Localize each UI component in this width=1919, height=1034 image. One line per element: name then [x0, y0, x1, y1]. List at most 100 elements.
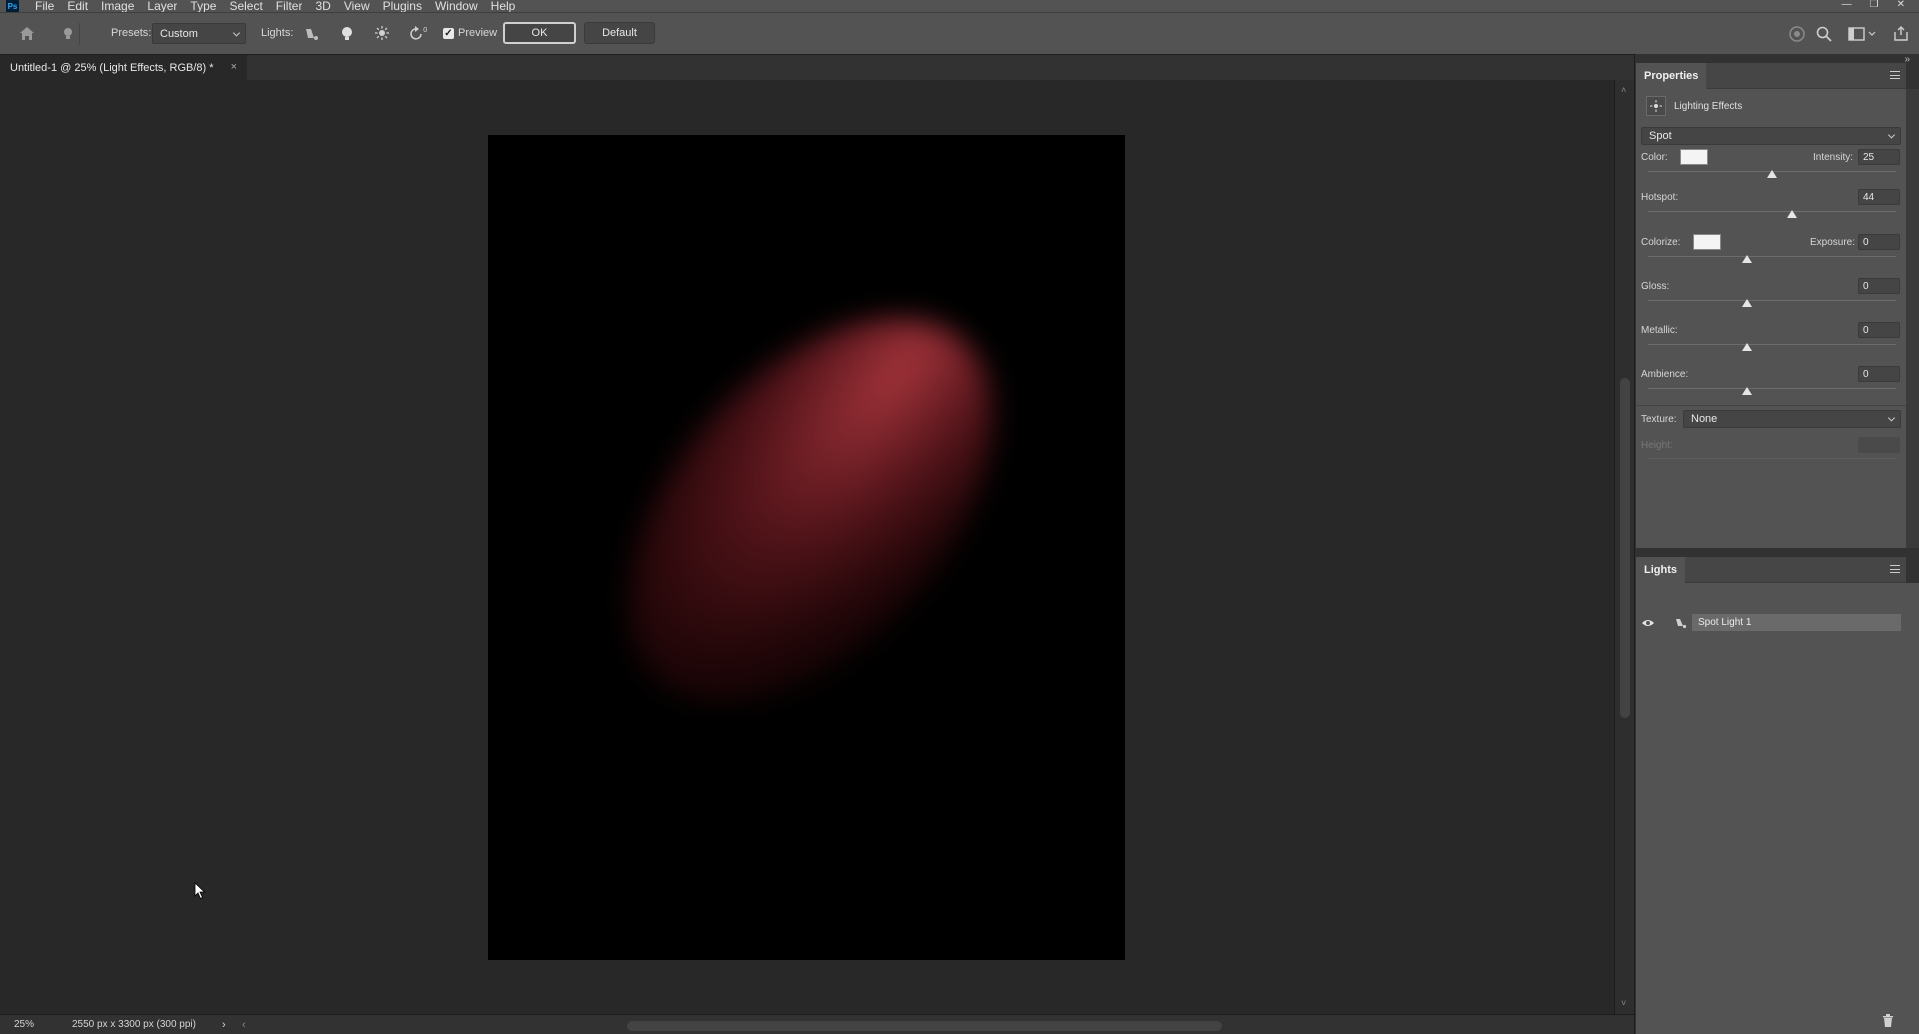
menu-select[interactable]: Select: [229, 0, 262, 12]
ambience-slider[interactable]: [1648, 385, 1896, 395]
slider-track: [1648, 458, 1896, 459]
slider-track: [1648, 300, 1896, 301]
minimize-icon[interactable]: —: [1842, 0, 1852, 12]
light-color-swatch[interactable]: [1680, 149, 1708, 165]
default-button[interactable]: Default: [584, 22, 655, 44]
menu-window[interactable]: Window: [435, 0, 478, 12]
texture-value: None: [1691, 413, 1718, 425]
properties-panel: Properties Lighting Effects Spot Color: …: [1636, 63, 1919, 548]
home-icon[interactable]: [19, 26, 35, 41]
exposure-field[interactable]: 0: [1858, 234, 1900, 250]
texture-dropdown[interactable]: None: [1683, 410, 1901, 428]
spot-light-preview[interactable]: [557, 250, 1064, 770]
light-type-dropdown[interactable]: Spot: [1641, 127, 1901, 145]
canvas-area[interactable]: [0, 80, 1614, 1014]
slider-track: [1648, 388, 1896, 389]
point-light-icon[interactable]: [340, 26, 354, 42]
menu-help[interactable]: Help: [491, 0, 516, 12]
light-name[interactable]: Spot Light 1: [1692, 614, 1901, 631]
slider-handle[interactable]: [1742, 343, 1753, 351]
ok-button[interactable]: OK: [503, 22, 576, 44]
photoshop-logo: Ps: [6, 0, 19, 12]
menu-image[interactable]: Image: [101, 0, 134, 12]
spot-light-icon[interactable]: [304, 26, 320, 42]
light-bulb-icon[interactable]: [63, 27, 73, 41]
height-slider: [1648, 455, 1896, 465]
chevron-down-icon: [232, 28, 241, 37]
document-tab[interactable]: Untitled-1 @ 25% (Light Effects, RGB/8) …: [0, 55, 247, 80]
slider-track: [1648, 256, 1896, 257]
preview-label: Preview: [458, 27, 498, 39]
ambience-field[interactable]: 0: [1858, 366, 1900, 382]
document-size: 2550 px x 3300 px (300 ppi): [72, 1019, 196, 1030]
panel-menu-icon[interactable]: [1890, 565, 1900, 573]
menu-file[interactable]: File: [35, 0, 54, 12]
reset-light-icon[interactable]: 0: [409, 25, 429, 42]
menu-view[interactable]: View: [344, 0, 370, 12]
status-arrow-icon[interactable]: ›: [222, 1019, 242, 1031]
colorize-swatch[interactable]: [1693, 234, 1721, 250]
workspace-switcher-icon[interactable]: [1848, 27, 1876, 41]
window-controls: — ❐ ✕: [1842, 0, 1905, 12]
ambience-label: Ambience:: [1641, 369, 1689, 380]
infinite-light-icon[interactable]: [374, 25, 390, 41]
menu-edit[interactable]: Edit: [67, 0, 88, 12]
vertical-scroll-thumb[interactable]: [1620, 378, 1630, 718]
gloss-field[interactable]: 0: [1858, 278, 1900, 294]
status-bar: 25% 2550 px x 3300 px (300 ppi) › ‹: [0, 1014, 1634, 1034]
lights-panel-header: Lights: [1636, 557, 1906, 583]
gloss-slider[interactable]: [1648, 297, 1896, 307]
right-panel-dock: » Properties Lighting Effects Spot Color…: [1634, 54, 1919, 1034]
lights-label: Lights:: [261, 27, 294, 39]
spot-light-icon: [1676, 619, 1687, 629]
presets-value: Custom: [160, 27, 198, 40]
intensity-slider[interactable]: [1648, 168, 1896, 178]
horizontal-scroll-thumb[interactable]: [627, 1021, 1222, 1031]
preview-checkbox[interactable]: ✓: [443, 28, 454, 39]
light-list-item[interactable]: Spot Light 1: [1636, 613, 1906, 633]
restore-icon[interactable]: ❐: [1870, 0, 1879, 12]
trash-icon[interactable]: [1882, 1014, 1894, 1027]
vertical-scrollbar[interactable]: ˄ ˅: [1614, 80, 1634, 1014]
metallic-slider[interactable]: [1648, 341, 1896, 351]
hotspot-field[interactable]: 44: [1858, 189, 1900, 205]
document-canvas[interactable]: [488, 135, 1125, 960]
workspace-icon[interactable]: [1788, 25, 1806, 43]
scroll-down-icon[interactable]: ˅: [1621, 998, 1626, 1008]
slider-track: [1648, 211, 1896, 212]
mouse-cursor-icon: [194, 882, 206, 900]
close-icon[interactable]: ✕: [1897, 0, 1905, 12]
slider-handle[interactable]: [1742, 299, 1753, 307]
slider-handle[interactable]: [1767, 170, 1777, 178]
menu-3d[interactable]: 3D: [315, 0, 330, 12]
search-icon[interactable]: [1816, 26, 1832, 42]
tab-properties[interactable]: Properties: [1636, 63, 1707, 89]
horizontal-scrollbar[interactable]: [251, 1019, 1611, 1031]
menu-plugins[interactable]: Plugins: [383, 0, 422, 12]
metallic-field[interactable]: 0: [1858, 322, 1900, 338]
zoom-level[interactable]: 25%: [14, 1019, 72, 1030]
menu-bar: Ps File Edit Image Layer Type Select Fil…: [0, 0, 1919, 12]
close-tab-icon[interactable]: ×: [231, 61, 237, 73]
panel-menu-icon[interactable]: [1890, 71, 1900, 79]
menu-filter[interactable]: Filter: [276, 0, 303, 12]
hotspot-slider[interactable]: [1648, 208, 1896, 218]
slider-handle[interactable]: [1786, 210, 1797, 218]
height-label: Height:: [1641, 440, 1673, 451]
scroll-left-icon[interactable]: ‹: [242, 1019, 246, 1031]
slider-handle[interactable]: [1742, 387, 1753, 395]
menu-type[interactable]: Type: [190, 0, 216, 12]
properties-scrollbar[interactable]: [1906, 89, 1919, 548]
slider-handle[interactable]: [1742, 255, 1753, 263]
presets-dropdown[interactable]: Custom: [152, 23, 246, 44]
tab-lights[interactable]: Lights: [1636, 557, 1685, 583]
scroll-up-icon[interactable]: ˄: [1621, 85, 1626, 95]
menu-layer[interactable]: Layer: [147, 0, 177, 12]
exposure-slider[interactable]: [1648, 253, 1896, 263]
share-icon[interactable]: [1893, 25, 1909, 42]
properties-panel-header: Properties: [1636, 63, 1906, 89]
light-type-value: Spot: [1649, 130, 1672, 142]
eye-icon[interactable]: [1641, 618, 1655, 628]
colorize-label: Colorize:: [1641, 237, 1681, 248]
intensity-field[interactable]: 25: [1858, 149, 1900, 165]
